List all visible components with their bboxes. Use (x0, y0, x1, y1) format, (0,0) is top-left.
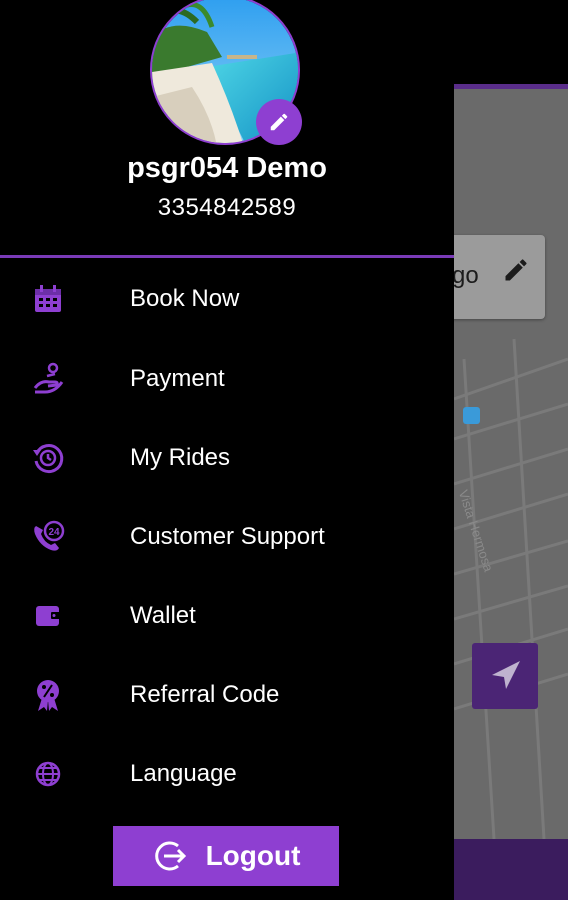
user-name: psgr054 Demo (127, 152, 327, 184)
edit-destination-icon[interactable] (502, 256, 530, 289)
menu-label: Wallet (130, 602, 196, 629)
menu-label: Language (130, 760, 237, 787)
menu-label: Referral Code (130, 681, 280, 708)
menu-item-referral-code[interactable]: Referral Code (0, 665, 454, 725)
menu-label: My Rides (130, 444, 231, 471)
menu-item-wallet[interactable]: Wallet (0, 586, 454, 646)
drawer-divider (0, 255, 454, 258)
navigation-arrow-icon (492, 661, 520, 689)
logout-icon (154, 841, 186, 871)
menu-item-customer-support[interactable]: 24 Customer Support (0, 507, 454, 567)
calendar-icon (30, 281, 66, 317)
logout-button[interactable]: Logout (113, 826, 339, 886)
logout-label: Logout (205, 840, 301, 871)
navigation-drawer: psgr054 Demo 3354842589 Book Now Payment (0, 0, 454, 900)
menu-item-payment[interactable]: Payment (0, 349, 454, 409)
destination-text: go (452, 262, 479, 289)
payment-hand-icon (30, 361, 66, 397)
pencil-icon (270, 113, 288, 131)
my-location-button[interactable] (472, 643, 538, 709)
menu-item-my-rides[interactable]: My Rides (0, 428, 454, 488)
support-24-icon: 24 (30, 519, 66, 555)
menu-item-book-now[interactable]: Book Now (0, 269, 454, 329)
history-clock-icon (30, 440, 66, 476)
menu-label: Payment (130, 365, 225, 392)
edit-avatar-button[interactable] (256, 99, 302, 145)
referral-badge-icon (30, 677, 66, 713)
svg-text:24: 24 (48, 527, 60, 538)
map-view[interactable] (454, 89, 568, 839)
globe-icon (30, 756, 66, 792)
app-toolbar (454, 0, 568, 84)
menu-item-language[interactable]: Language (0, 744, 454, 804)
wallet-icon (30, 598, 66, 634)
bus-stop-icon (463, 407, 480, 424)
bottom-bar (454, 839, 568, 900)
map-streets (454, 338, 568, 839)
user-phone: 3354842589 (157, 194, 297, 221)
menu-label: Customer Support (130, 523, 325, 550)
menu-label: Book Now (130, 285, 240, 312)
